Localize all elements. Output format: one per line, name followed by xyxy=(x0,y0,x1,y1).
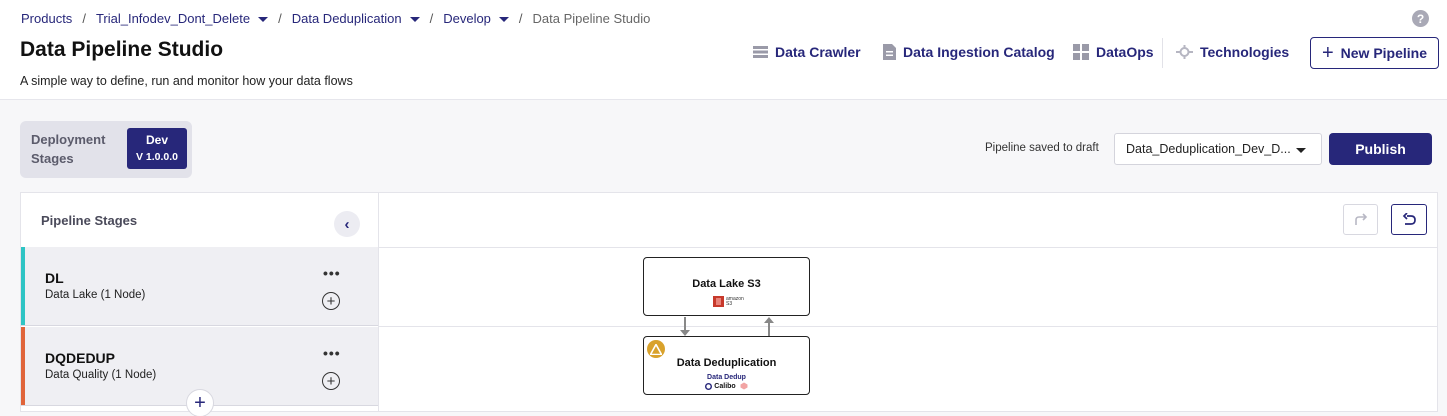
deployment-stages-label: Deployment Stages xyxy=(31,132,106,166)
chevron-down-icon xyxy=(498,17,509,22)
page-subtitle: A simple way to define, run and monitor … xyxy=(20,74,353,88)
amazon-s3-icon: amazon S3 xyxy=(644,296,809,307)
add-node-icon[interactable]: + xyxy=(322,372,340,390)
stage-name: Dev xyxy=(145,133,168,147)
technologies-icon xyxy=(1176,45,1193,59)
breadcrumb-phase[interactable]: Develop xyxy=(443,11,509,26)
calibo-logo-icon: Calibo xyxy=(644,382,809,390)
page-header: Products / Trial_Infodev_Dont_Delete / D… xyxy=(0,0,1447,100)
publish-button[interactable]: Publish xyxy=(1329,133,1432,165)
dataops-link[interactable]: DataOps xyxy=(1073,44,1154,60)
chevron-down-icon xyxy=(1296,148,1306,153)
breadcrumb-separator: / xyxy=(518,11,523,26)
breadcrumb-separator: / xyxy=(429,11,434,26)
pipeline-stages-title: Pipeline Stages xyxy=(41,213,138,228)
document-icon xyxy=(883,44,896,60)
dev-stage-badge[interactable]: Dev V 1.0.0.0 xyxy=(127,128,187,169)
stage-color-bar xyxy=(21,247,25,325)
deployment-stages: Deployment Stages Dev V 1.0.0.0 xyxy=(20,121,192,178)
chevron-down-icon xyxy=(258,17,269,22)
warning-icon[interactable] xyxy=(647,340,665,358)
more-options-icon[interactable]: ••• xyxy=(323,345,341,361)
stage-description: Data Quality (1 Node) xyxy=(45,369,157,381)
pipeline-version-select[interactable]: Data_Deduplication_Dev_D... xyxy=(1114,133,1322,165)
breadcrumb-products[interactable]: Products xyxy=(21,11,72,26)
pipeline-canvas: Data Lake S3 amazon S3 Data Deduplicatio… xyxy=(378,192,1438,412)
stage-description: Data Lake (1 Node) xyxy=(45,289,146,301)
nav-divider xyxy=(1162,38,1163,68)
stage-row-dl[interactable]: DL Data Lake (1 Node) ••• + xyxy=(21,247,378,326)
breadcrumb-separator: / xyxy=(82,11,86,26)
add-stage-button[interactable]: + xyxy=(186,389,214,416)
node-title: Data Deduplication xyxy=(676,357,777,369)
stage-color-bar xyxy=(21,327,25,405)
grid-icon xyxy=(1073,44,1089,60)
breadcrumb-feature[interactable]: Data Deduplication xyxy=(292,11,420,26)
chevron-left-icon: ‹ xyxy=(344,215,350,233)
chevron-down-icon xyxy=(409,17,420,22)
plus-icon: + xyxy=(1321,42,1334,64)
stage-code: DQDEDUP xyxy=(45,350,116,366)
new-pipeline-button[interactable]: + New Pipeline xyxy=(1310,37,1439,69)
node-data-deduplication[interactable]: Data Deduplication Data Dedup Calibo xyxy=(643,336,810,395)
node-subtitle: Data Dedup xyxy=(707,374,746,381)
collapse-panel-button[interactable]: ‹ xyxy=(334,211,360,237)
add-node-icon[interactable]: + xyxy=(322,292,340,310)
stage-code: DL xyxy=(45,270,64,286)
breadcrumb-separator: / xyxy=(278,11,282,26)
page-title: Data Pipeline Studio xyxy=(20,38,224,61)
pipeline-saved-status: Pipeline saved to draft xyxy=(985,142,1099,154)
technologies-link[interactable]: Technologies xyxy=(1176,44,1289,60)
node-connections xyxy=(680,317,774,336)
node-title: Data Lake S3 xyxy=(692,278,761,290)
data-crawler-link[interactable]: Data Crawler xyxy=(753,44,861,60)
breadcrumb: Products / Trial_Infodev_Dont_Delete / D… xyxy=(21,11,650,26)
breadcrumb-current: Data Pipeline Studio xyxy=(532,11,651,26)
list-icon xyxy=(753,46,768,58)
data-ingestion-catalog-link[interactable]: Data Ingestion Catalog xyxy=(883,44,1055,60)
question-circle-icon[interactable]: ? xyxy=(1412,10,1429,27)
breadcrumb-project[interactable]: Trial_Infodev_Dont_Delete xyxy=(96,11,269,26)
plus-icon: + xyxy=(194,392,206,414)
stage-version: V 1.0.0.0 xyxy=(135,151,179,163)
pipeline-stages-panel: Pipeline Stages ‹ DL Data Lake (1 Node) … xyxy=(20,192,378,412)
more-options-icon[interactable]: ••• xyxy=(323,265,341,281)
node-data-lake-s3[interactable]: Data Lake S3 amazon S3 xyxy=(643,257,810,316)
